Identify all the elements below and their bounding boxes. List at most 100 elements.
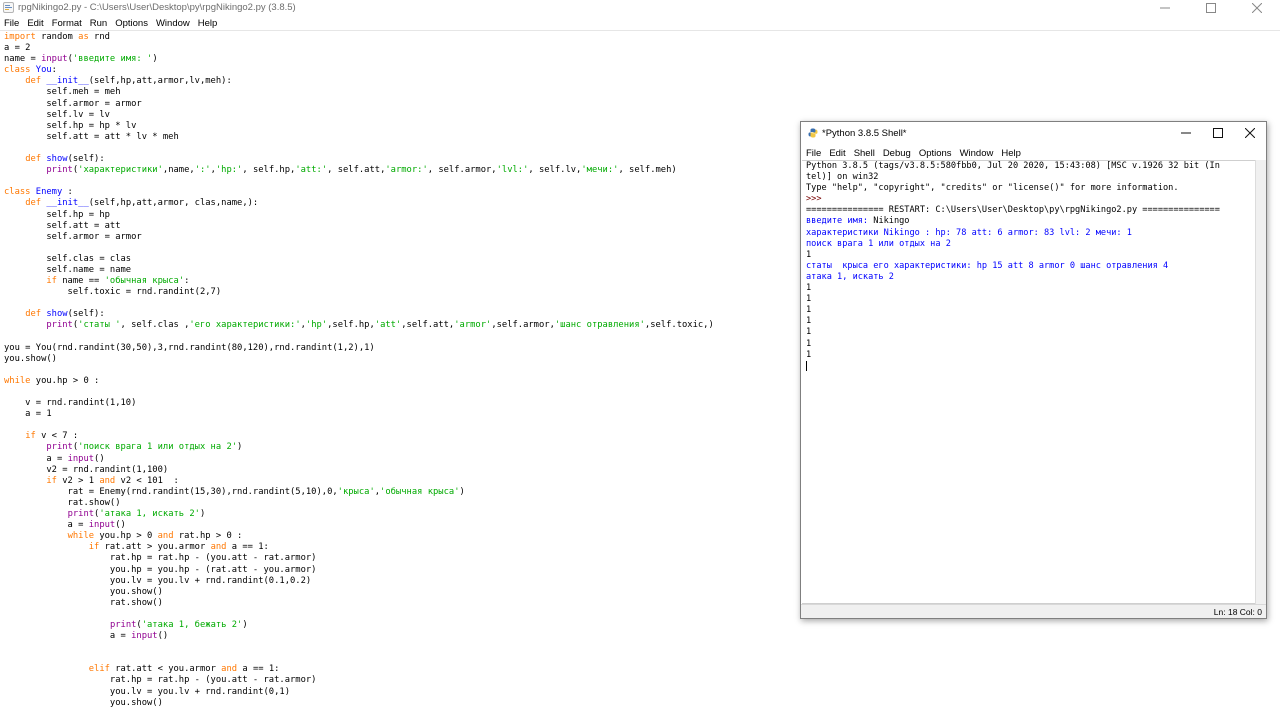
- code-line[interactable]: self.meh = meh: [4, 87, 714, 98]
- code-line[interactable]: [4, 176, 714, 187]
- code-token: rat = Enemy(rnd.randint(15,30),rnd.randi…: [4, 486, 338, 497]
- code-line[interactable]: self.toxic = rnd.randint(2,7): [4, 287, 714, 298]
- code-line[interactable]: class Enemy :: [4, 187, 714, 198]
- code-line[interactable]: def show(self):: [4, 309, 714, 320]
- code-line[interactable]: a = input(): [4, 454, 714, 465]
- code-line[interactable]: you.show(): [4, 354, 714, 365]
- code-line[interactable]: [4, 365, 714, 376]
- code-line[interactable]: [4, 332, 714, 343]
- menu-format[interactable]: Format: [52, 18, 82, 29]
- maximize-button[interactable]: [1188, 0, 1234, 16]
- code-text-area[interactable]: import random as rnd a = 2 name = input('в…: [4, 32, 714, 709]
- code-line[interactable]: import random as rnd: [4, 32, 714, 43]
- code-line[interactable]: a = input(): [4, 520, 714, 531]
- code-line[interactable]: a = 2: [4, 43, 714, 54]
- shell-token: 1: [806, 294, 812, 305]
- code-line[interactable]: [4, 387, 714, 398]
- code-line[interactable]: v2 = rnd.randint(1,100): [4, 465, 714, 476]
- code-line[interactable]: self.name = name: [4, 265, 714, 276]
- shell-close-button[interactable]: [1234, 122, 1266, 144]
- shell-menu-debug[interactable]: Debug: [883, 148, 911, 159]
- code-line[interactable]: self.att = att: [4, 221, 714, 232]
- code-line[interactable]: self.hp = hp: [4, 210, 714, 221]
- minimize-button[interactable]: [1142, 0, 1188, 16]
- shell-scrollbar[interactable]: [1255, 160, 1266, 604]
- shell-menu-shell[interactable]: Shell: [854, 148, 875, 159]
- code-line[interactable]: self.armor = armor: [4, 232, 714, 243]
- code-line[interactable]: [4, 420, 714, 431]
- code-line[interactable]: if v2 > 1 and v2 < 101 :: [4, 476, 714, 487]
- close-button[interactable]: [1234, 0, 1280, 16]
- code-token: rat.show(): [4, 497, 121, 508]
- python-shell-window[interactable]: *Python 3.8.5 Shell* File Edit Shell Deb…: [800, 121, 1267, 619]
- code-line[interactable]: def show(self):: [4, 154, 714, 165]
- code-token: :: [51, 65, 57, 76]
- code-line[interactable]: [4, 298, 714, 309]
- shell-menu-edit[interactable]: Edit: [829, 148, 845, 159]
- code-line[interactable]: self.lv = lv: [4, 110, 714, 121]
- code-line[interactable]: while you.hp > 0 :: [4, 376, 714, 387]
- shell-menu-help[interactable]: Help: [1001, 148, 1021, 159]
- code-line[interactable]: if rat.att > you.armor and a == 1:: [4, 542, 714, 553]
- code-line[interactable]: v = rnd.randint(1,10): [4, 398, 714, 409]
- code-line[interactable]: a = 1: [4, 409, 714, 420]
- code-token: show: [46, 154, 68, 165]
- code-line[interactable]: name = input('введите имя: '): [4, 54, 714, 65]
- shell-text[interactable]: Python 3.8.5 (tags/v3.8.5:580fbb0, Jul 2…: [806, 161, 1220, 372]
- code-line[interactable]: a = input(): [4, 631, 714, 642]
- shell-token: 1: [806, 327, 812, 338]
- code-line[interactable]: if name == 'обычная крыса':: [4, 276, 714, 287]
- code-line[interactable]: rat.hp = rat.hp - (you.att - rat.armor): [4, 553, 714, 564]
- menu-edit[interactable]: Edit: [27, 18, 43, 29]
- shell-token: статы крыса его характеристики: hp 15 at…: [806, 260, 1169, 271]
- menu-run[interactable]: Run: [90, 18, 107, 29]
- shell-menu-file[interactable]: File: [806, 148, 821, 159]
- code-line[interactable]: self.att = att * lv * meh: [4, 132, 714, 143]
- code-line[interactable]: [4, 609, 714, 620]
- shell-menu-options[interactable]: Options: [919, 148, 952, 159]
- menu-options[interactable]: Options: [115, 18, 148, 29]
- code-line[interactable]: while you.hp > 0 and rat.hp > 0 :: [4, 531, 714, 542]
- code-line[interactable]: you.show(): [4, 587, 714, 598]
- code-line[interactable]: print('атака 1, бежать 2'): [4, 620, 714, 631]
- code-token: ): [152, 54, 158, 65]
- code-line[interactable]: you.hp = you.hp - (rat.att - you.armor): [4, 565, 714, 576]
- code-token: and: [99, 475, 116, 486]
- code-line[interactable]: def __init__(self,hp,att,armor,lv,meh):: [4, 76, 714, 87]
- code-line[interactable]: rat.show(): [4, 598, 714, 609]
- shell-line: Python 3.8.5 (tags/v3.8.5:580fbb0, Jul 2…: [806, 161, 1220, 172]
- code-line[interactable]: rat.show(): [4, 498, 714, 509]
- shell-input-line[interactable]: [806, 360, 1220, 372]
- code-token: input: [88, 520, 116, 531]
- code-line[interactable]: you.show(): [4, 698, 714, 709]
- code-line[interactable]: def __init__(self,hp,att,armor, clas,nam…: [4, 198, 714, 209]
- code-line[interactable]: if v < 7 :: [4, 431, 714, 442]
- code-token: show: [46, 309, 68, 320]
- code-line[interactable]: you.lv = you.lv + rnd.randint(0.1,0.2): [4, 576, 714, 587]
- code-line[interactable]: [4, 642, 714, 653]
- code-line[interactable]: [4, 653, 714, 664]
- code-line[interactable]: you.lv = you.lv + rnd.randint(0,1): [4, 687, 714, 698]
- code-line[interactable]: print('характеристики',name,':','hp:', s…: [4, 165, 714, 176]
- code-line[interactable]: elif rat.att < you.armor and a == 1:: [4, 664, 714, 675]
- code-line[interactable]: print('поиск врага 1 или отдых на 2'): [4, 442, 714, 453]
- code-line[interactable]: self.hp = hp * lv: [4, 121, 714, 132]
- shell-maximize-button[interactable]: [1202, 122, 1234, 144]
- code-line[interactable]: self.clas = clas: [4, 254, 714, 265]
- code-line[interactable]: rat.hp = rat.hp - (you.att - rat.armor): [4, 675, 714, 686]
- code-line[interactable]: you = You(rnd.randint(30,50),3,rnd.randi…: [4, 343, 714, 354]
- shell-output-area[interactable]: Python 3.8.5 (tags/v3.8.5:580fbb0, Jul 2…: [802, 160, 1265, 604]
- code-line[interactable]: print('атака 1, искать 2'): [4, 509, 714, 520]
- code-line[interactable]: print('статы ', self.clas ,'его характер…: [4, 320, 713, 331]
- menu-file[interactable]: File: [4, 18, 19, 29]
- menu-help[interactable]: Help: [198, 18, 218, 29]
- code-token: print: [46, 165, 73, 176]
- shell-menu-window[interactable]: Window: [960, 148, 994, 159]
- code-line[interactable]: rat = Enemy(rnd.randint(15,30),rnd.randi…: [4, 487, 714, 498]
- shell-minimize-button[interactable]: [1170, 122, 1202, 144]
- code-line[interactable]: self.armor = armor: [4, 99, 714, 110]
- code-line[interactable]: [4, 143, 714, 154]
- code-line[interactable]: class You:: [4, 65, 714, 76]
- menu-window[interactable]: Window: [156, 18, 190, 29]
- code-line[interactable]: [4, 243, 714, 254]
